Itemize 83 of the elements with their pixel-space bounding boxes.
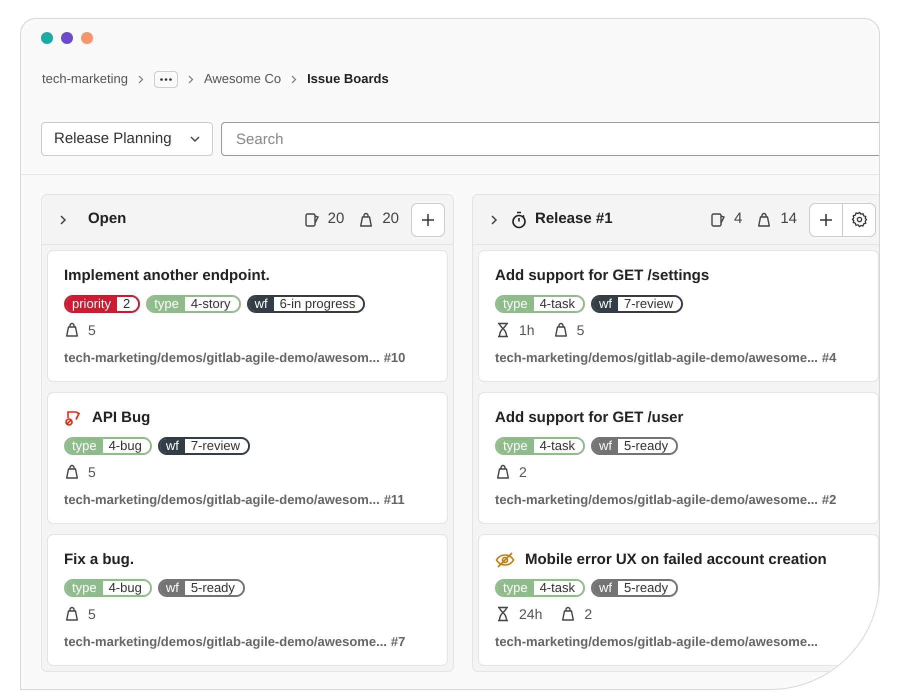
- issue-title[interactable]: Implement another endpoint.: [64, 265, 270, 288]
- issues-icon: [304, 212, 320, 228]
- issue-card[interactable]: Mobile error UX on failed account creation type 4-task wf 5-ready 24h 2 tech-marketing/demos/gitlab-agile-demo/awesome...: [478, 534, 879, 666]
- total-weight: 20: [382, 209, 399, 230]
- search-field[interactable]: Search: [221, 122, 879, 156]
- scoped-label[interactable]: wf 7-review: [158, 436, 250, 454]
- project-path: tech-marketing/demos/gitlab-agile-demo/awesom...: [64, 348, 380, 367]
- issue-card[interactable]: Fix a bug. type 4-bug wf 5-ready 5 tech-marketing/demos/gitlab-agile-demo/awesome... #7: [47, 534, 448, 666]
- weight-value: 5: [88, 604, 96, 624]
- scoped-label[interactable]: wf 5-ready: [590, 436, 678, 454]
- issue-card[interactable]: Add support for GET /settings type 4-task wf 7-review 1h 5 tech-marketing/demos/gitlab-agile-demo/awesome... #4: [478, 250, 879, 382]
- weight-value: 2: [584, 604, 592, 624]
- breadcrumb-link[interactable]: tech-marketing: [42, 69, 128, 89]
- issue-title[interactable]: API Bug: [92, 407, 150, 430]
- issue-title[interactable]: Mobile error UX on failed account creation: [525, 549, 827, 572]
- weight-value: 5: [88, 320, 96, 340]
- total-weight: 14: [780, 209, 797, 230]
- project-path: tech-marketing/demos/gitlab-agile-demo/awesome...: [64, 632, 387, 651]
- chevron-right-icon: [138, 74, 144, 84]
- project-path: tech-marketing/demos/gitlab-agile-demo/awesome...: [495, 490, 818, 509]
- weight-icon: [552, 322, 569, 338]
- issue-count: 4: [734, 209, 742, 230]
- plus-icon: [819, 212, 833, 226]
- breadcrumb-link[interactable]: Issue Boards: [307, 69, 389, 89]
- breadcrumb-link[interactable]: Awesome Co: [204, 69, 282, 89]
- issue-count: 20: [328, 209, 344, 230]
- more-button[interactable]: [154, 70, 178, 88]
- weight-icon: [64, 606, 80, 622]
- scoped-label[interactable]: priority 2: [64, 294, 140, 312]
- scoped-label[interactable]: wf 5-ready: [158, 578, 245, 596]
- list-title: Release #1: [535, 209, 613, 230]
- chevron-down-icon: [190, 136, 200, 142]
- weight-icon: [64, 322, 80, 338]
- settings-icon: [850, 211, 868, 228]
- weight-icon: [495, 464, 511, 480]
- weight-icon: [560, 606, 576, 622]
- time-estimate: 24h: [519, 604, 542, 624]
- project-path: tech-marketing/demos/gitlab-agile-demo/awesome...: [495, 348, 818, 367]
- board-selector[interactable]: Release Planning: [41, 122, 213, 156]
- chevron-right-icon: [291, 74, 298, 84]
- project-path: tech-marketing/demos/gitlab-agile-demo/awesom...: [64, 490, 380, 509]
- scoped-label[interactable]: wf 5-ready: [590, 578, 678, 596]
- issue-ref: #7: [390, 632, 406, 650]
- eye-slash-icon: [495, 551, 515, 570]
- incident-icon: [64, 409, 82, 428]
- chevron-right-icon[interactable]: [489, 214, 499, 226]
- issue-title[interactable]: Add support for GET /settings: [495, 265, 710, 288]
- issue-ref: #4: [822, 348, 836, 366]
- scoped-label[interactable]: type 4-bug: [64, 578, 152, 596]
- window-control[interactable]: [41, 32, 53, 44]
- ellipsis-icon: [160, 78, 172, 80]
- stopwatch-icon: [511, 210, 527, 228]
- project-path: tech-marketing/demos/gitlab-agile-demo/awesome...: [495, 632, 818, 651]
- weight-icon: [358, 212, 374, 228]
- scoped-label[interactable]: type 4-task: [495, 294, 585, 312]
- issue-ref: #10: [384, 348, 406, 366]
- scoped-label[interactable]: type 4-task: [495, 436, 585, 454]
- issue-title[interactable]: Add support for GET /user: [495, 407, 684, 430]
- weight-value: 2: [519, 462, 527, 482]
- list-title: Open: [88, 209, 126, 230]
- weight-icon: [64, 464, 80, 480]
- issue-card[interactable]: API Bug type 4-bug wf 7-review 5 tech-marketing/demos/gitlab-agile-demo/awesom... #11: [47, 392, 448, 524]
- weight-value: 5: [88, 462, 96, 482]
- hourglass-icon: [495, 322, 511, 338]
- scoped-label[interactable]: wf 7-review: [590, 294, 684, 312]
- scoped-label[interactable]: type 4-story: [146, 294, 241, 312]
- issue-title[interactable]: Fix a bug.: [64, 549, 134, 572]
- scoped-label[interactable]: type 4-bug: [64, 436, 152, 454]
- weight-value: 5: [576, 320, 584, 340]
- weight-icon: [756, 212, 772, 228]
- time-estimate: 1h: [519, 320, 535, 340]
- plus-icon: [421, 212, 435, 226]
- chevron-right-icon[interactable]: [58, 214, 68, 226]
- issue-card[interactable]: Implement another endpoint. priority 2 type 4-story wf 6-in progress 5 tech-marketing/demos/gitlab-agile-demo/awesom... #10: [47, 250, 448, 382]
- issue-ref: #2: [822, 490, 836, 508]
- window-control[interactable]: [61, 32, 73, 44]
- issue-card[interactable]: Add support for GET /user type 4-task wf 5-ready 2 tech-marketing/demos/gitlab-agile-demo/awesome... #2: [478, 392, 879, 524]
- scoped-label[interactable]: wf 6-in progress: [246, 294, 366, 312]
- chevron-right-icon: [188, 74, 194, 84]
- hourglass-icon: [495, 606, 511, 622]
- issues-icon: [710, 212, 726, 228]
- scoped-label[interactable]: type 4-task: [495, 578, 585, 596]
- issue-ref: #11: [384, 490, 405, 508]
